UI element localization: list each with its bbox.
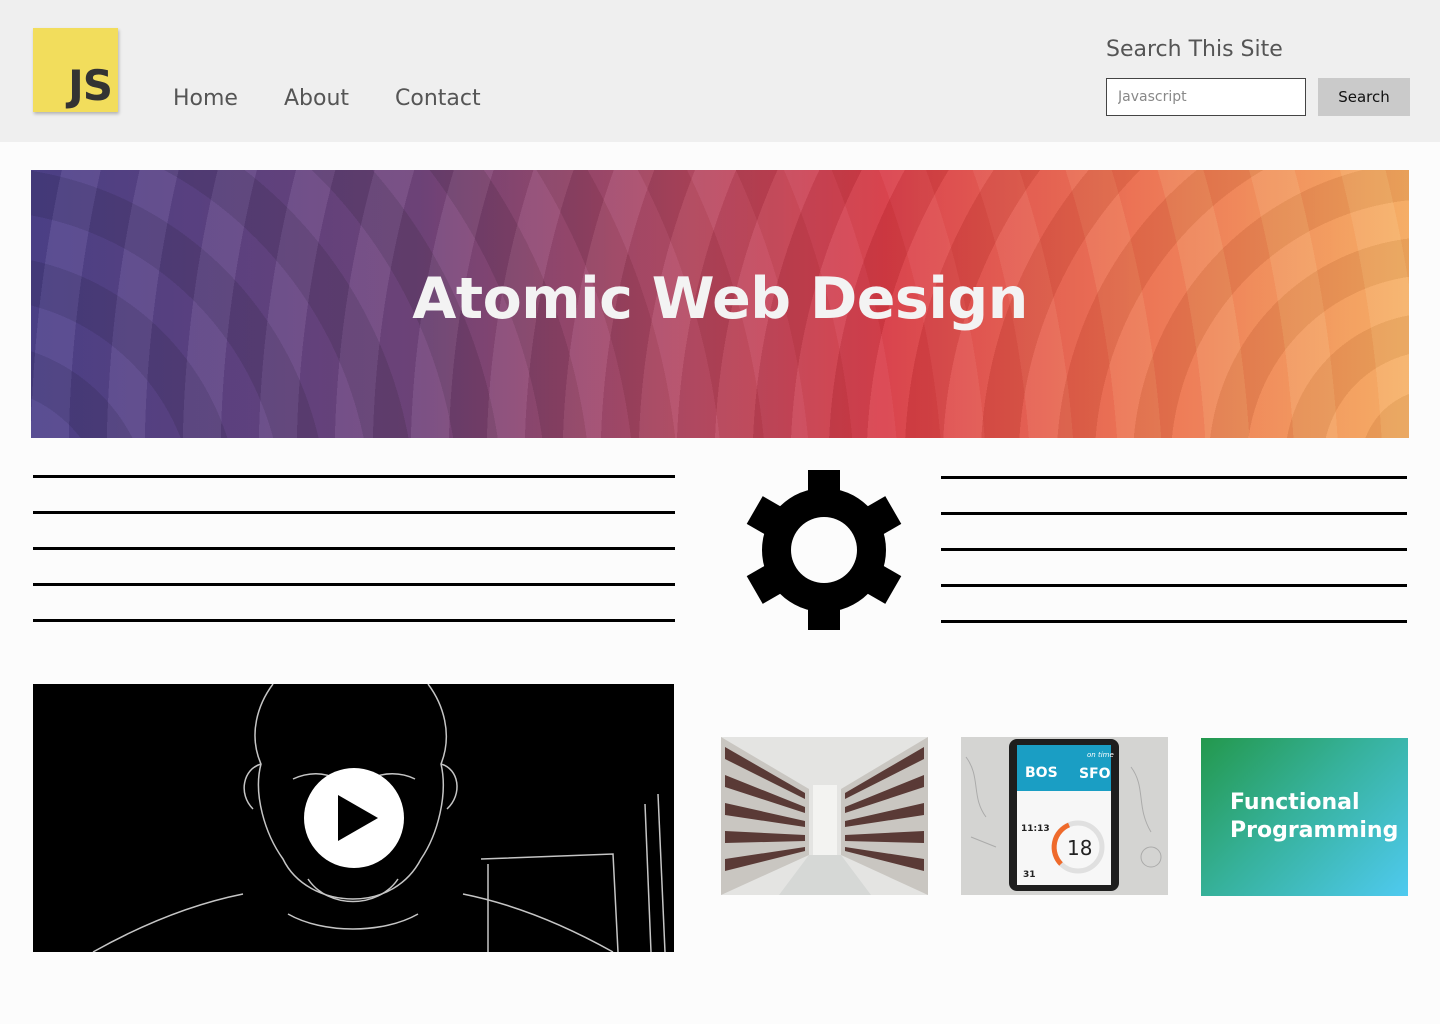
flight-app-image[interactable]: BOS SFO on time 11:13 18 31: [961, 737, 1168, 895]
flight-status: on time: [1087, 751, 1114, 759]
functional-programming-card[interactable]: Functional Programming: [1201, 738, 1408, 896]
placeholder-line: [941, 512, 1407, 515]
flight-from: BOS: [1025, 765, 1058, 781]
text-placeholder-left: [33, 475, 675, 655]
flight-to: SFO: [1079, 766, 1111, 782]
flight-app-graphic: BOS SFO on time 11:13 18 31: [961, 737, 1168, 895]
logo-text: JS: [68, 61, 113, 110]
nav-home[interactable]: Home: [173, 86, 238, 111]
play-icon[interactable]: [304, 768, 404, 868]
archive-shelves-image[interactable]: [721, 737, 928, 895]
gear-icon: [746, 470, 902, 630]
hero-title: Atomic Web Design: [412, 266, 1028, 332]
functional-programming-label: Functional Programming: [1230, 790, 1399, 843]
search-input[interactable]: [1106, 78, 1306, 116]
archive-shelves-graphic: [721, 737, 928, 895]
flight-time: 11:13: [1021, 824, 1050, 834]
site-header: JS Home About Contact Search This Site S…: [0, 0, 1440, 142]
search-button[interactable]: Search: [1318, 78, 1410, 116]
placeholder-line: [33, 619, 675, 622]
js-logo[interactable]: JS: [33, 28, 118, 112]
flight-day: 31: [1023, 870, 1036, 880]
main-nav: Home About Contact: [173, 86, 527, 111]
placeholder-line: [941, 548, 1407, 551]
placeholder-line: [33, 547, 675, 550]
nav-contact[interactable]: Contact: [395, 86, 481, 111]
nav-about[interactable]: About: [284, 86, 349, 111]
video-player[interactable]: [33, 684, 674, 952]
text-placeholder-right: [941, 476, 1407, 656]
flight-gate: 18: [1067, 836, 1092, 860]
placeholder-line: [33, 511, 675, 514]
placeholder-line: [33, 583, 675, 586]
search-title: Search This Site: [1106, 37, 1283, 62]
placeholder-line: [941, 620, 1407, 623]
placeholder-line: [941, 476, 1407, 479]
placeholder-line: [33, 475, 675, 478]
hero-banner: Atomic Web Design: [31, 170, 1409, 438]
placeholder-line: [941, 584, 1407, 587]
